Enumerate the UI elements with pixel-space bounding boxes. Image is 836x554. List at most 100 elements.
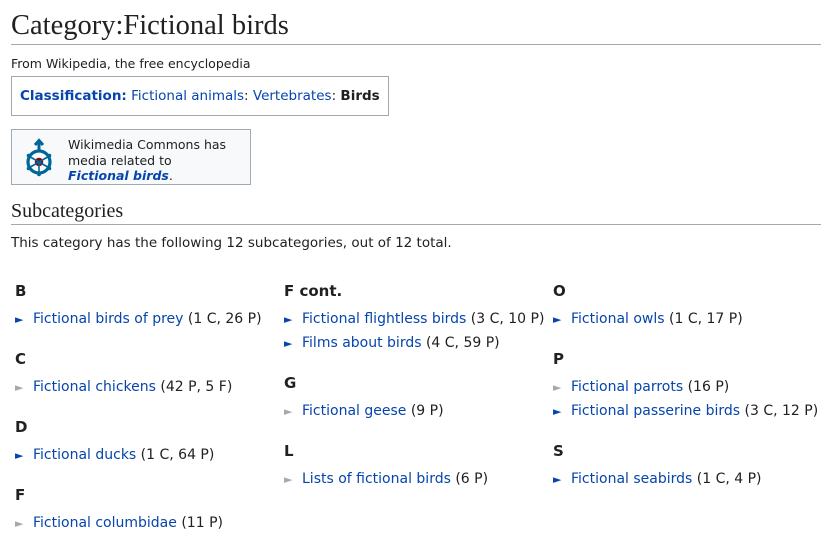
subcategory-link[interactable]: Lists of fictional birds: [302, 471, 451, 487]
commons-box: Wikimedia Commons has media related to F…: [11, 129, 251, 185]
group-heading: S: [553, 442, 564, 460]
classification-crumb-link[interactable]: Fictional animals: [131, 88, 244, 104]
commons-text: Wikimedia Commons has media related to F…: [68, 137, 226, 184]
expand-triangle-icon[interactable]: ►: [553, 403, 565, 421]
classification-link[interactable]: Classification:: [20, 88, 127, 104]
subcategory-count: (16 P): [683, 379, 730, 395]
subcategory-count: (1 C, 64 P): [136, 447, 215, 463]
classification-current: Birds: [340, 88, 380, 104]
group-heading: D: [15, 418, 28, 436]
expand-triangle-icon[interactable]: ►: [15, 447, 27, 465]
expand-triangle-icon[interactable]: ►: [553, 311, 565, 329]
subcategory-link[interactable]: Fictional ducks: [33, 447, 136, 463]
commons-line-2: media related to: [68, 152, 172, 168]
page-title: Category:Fictional birds: [11, 0, 821, 45]
group-heading: O: [553, 282, 566, 300]
tagline: From Wikipedia, the free encyclopedia: [11, 56, 251, 71]
page: Category:Fictional birds From Wikipedia,…: [0, 0, 836, 252]
subcategory-item: ► Fictional flightless birds (3 C, 10 P): [284, 310, 544, 334]
subcategory-link[interactable]: Fictional owls: [571, 311, 665, 327]
subcategory-item: ► Fictional ducks (1 C, 64 P): [15, 446, 262, 470]
subcategory-group: P ► Fictional parrots (16 P) ► Fictional pas…: [553, 350, 818, 426]
subcategory-count: (6 P): [450, 471, 489, 487]
group-heading: P: [553, 350, 564, 368]
subcategory-column-3: O ► Fictional owls (1 C, 17 P) P ► Fictional …: [553, 282, 818, 510]
subcategory-item: ► Fictional geese (9 P): [284, 402, 544, 426]
subcategory-group: C ► Fictional chickens (42 P, 5 F): [15, 350, 262, 402]
subcategory-group: G ► Fictional geese (9 P): [284, 374, 544, 426]
subcategory-link[interactable]: Fictional columbidae: [33, 515, 177, 531]
subcategory-item: ► Lists of fictional birds (6 P): [284, 470, 544, 494]
subcategory-count: (42 P, 5 F): [155, 379, 233, 395]
empty-triangle-icon: ►: [15, 381, 24, 394]
subcategory-link[interactable]: Fictional chickens: [33, 379, 156, 395]
subcategory-group: L ► Lists of fictional birds (6 P): [284, 442, 544, 494]
empty-triangle-icon: ►: [284, 405, 293, 418]
subcategory-group: F cont. ► Fictional flightless birds (3 C,…: [284, 282, 544, 358]
classification-separator: :: [244, 88, 253, 104]
group-heading: G: [284, 374, 297, 392]
commons-suffix: .: [168, 168, 173, 183]
empty-triangle-icon: ►: [553, 381, 562, 394]
commons-line-1: Wikimedia Commons has: [68, 137, 227, 152]
subcategory-list: ► Fictional columbidae (11 P): [15, 514, 262, 538]
subcategory-count: (3 C, 12 P): [740, 403, 819, 419]
subcategory-item: ► Fictional passerine birds (3 C, 12 P): [553, 402, 818, 426]
group-heading: F: [15, 486, 26, 504]
subcategory-link[interactable]: Films about birds: [302, 335, 422, 351]
expand-triangle-icon[interactable]: ►: [15, 311, 27, 329]
wikimedia-commons-logo-icon[interactable]: [22, 138, 56, 180]
subcategory-item: ► Fictional columbidae (11 P): [15, 514, 262, 538]
expand-triangle-icon[interactable]: ►: [284, 335, 296, 353]
group-heading: B: [15, 282, 27, 300]
subcategory-group: D ► Fictional ducks (1 C, 64 P): [15, 418, 262, 470]
subcategory-count: (11 P): [176, 515, 223, 531]
subcategory-count: (1 C, 26 P): [183, 311, 262, 327]
group-heading: L: [284, 442, 294, 460]
subcategory-link[interactable]: Fictional flightless birds: [302, 311, 466, 327]
subcategory-group: F ► Fictional columbidae (11 P): [15, 486, 262, 538]
subcategory-list: ► Fictional birds of prey (1 C, 26 P): [15, 310, 262, 334]
subcategory-count: (1 C, 4 P): [692, 471, 762, 487]
subcategory-list: ► Fictional seabirds (1 C, 4 P): [553, 470, 818, 494]
subcategory-group: S ► Fictional seabirds (1 C, 4 P): [553, 442, 818, 494]
subcategory-item: ► Fictional birds of prey (1 C, 26 P): [15, 310, 262, 334]
subcategory-column-1: B ► Fictional birds of prey (1 C, 26 P) C ► F…: [15, 282, 262, 554]
expand-triangle-icon[interactable]: ►: [284, 311, 296, 329]
empty-triangle-icon: ►: [15, 517, 24, 530]
group-heading: F cont.: [284, 282, 343, 300]
subcategory-link[interactable]: Fictional seabirds: [571, 471, 692, 487]
subcategory-item: ► Fictional owls (1 C, 17 P): [553, 310, 818, 334]
subcategory-item: ► Fictional seabirds (1 C, 4 P): [553, 470, 818, 494]
classification-crumb-link[interactable]: Vertebrates: [253, 88, 332, 104]
subcategory-list: ► Fictional owls (1 C, 17 P): [553, 310, 818, 334]
commons-link[interactable]: Fictional birds: [68, 168, 169, 183]
group-heading: C: [15, 350, 27, 368]
subcategory-list: ► Fictional geese (9 P): [284, 402, 544, 426]
subcategory-count: (1 C, 17 P): [664, 311, 743, 327]
classification-crumbs: Fictional animals: Vertebrates:: [131, 88, 340, 104]
subcategories-summary: This category has the following 12 subca…: [11, 235, 452, 251]
empty-triangle-icon: ►: [284, 473, 293, 486]
subcategory-group: B ► Fictional birds of prey (1 C, 26 P): [15, 282, 262, 334]
subcategory-link[interactable]: Fictional geese: [302, 403, 406, 419]
subcategory-link[interactable]: Fictional parrots: [571, 379, 683, 395]
subcategories-heading: Subcategories: [11, 199, 821, 225]
subcategory-link[interactable]: Fictional birds of prey: [33, 311, 183, 327]
subcategory-item: ► Fictional parrots (16 P): [553, 378, 818, 402]
subcategory-group: O ► Fictional owls (1 C, 17 P): [553, 282, 818, 334]
subcategory-item: ► Films about birds (4 C, 59 P): [284, 334, 544, 358]
subcategory-count: (4 C, 59 P): [421, 335, 500, 351]
subcategory-count: (9 P): [406, 403, 444, 419]
subcategory-list: ► Fictional flightless birds (3 C, 10 P) ►…: [284, 310, 544, 358]
commons-line-3: Fictional birds.: [68, 168, 226, 184]
subcategory-list: ► Fictional chickens (42 P, 5 F): [15, 378, 262, 402]
subcategory-item: ► Fictional chickens (42 P, 5 F): [15, 378, 262, 402]
expand-triangle-icon[interactable]: ►: [553, 471, 565, 489]
classification-box: Classification: Fictional animals: Verte…: [11, 76, 389, 116]
subcategory-column-2: F cont. ► Fictional flightless birds (3 C,…: [284, 282, 544, 510]
subcategory-link[interactable]: Fictional passerine birds: [571, 403, 740, 419]
subcategory-count: (3 C, 10 P): [466, 311, 545, 327]
subcategory-list: ► Fictional parrots (16 P) ► Fictional pass…: [553, 378, 818, 426]
subcategory-list: ► Lists of fictional birds (6 P): [284, 470, 544, 494]
